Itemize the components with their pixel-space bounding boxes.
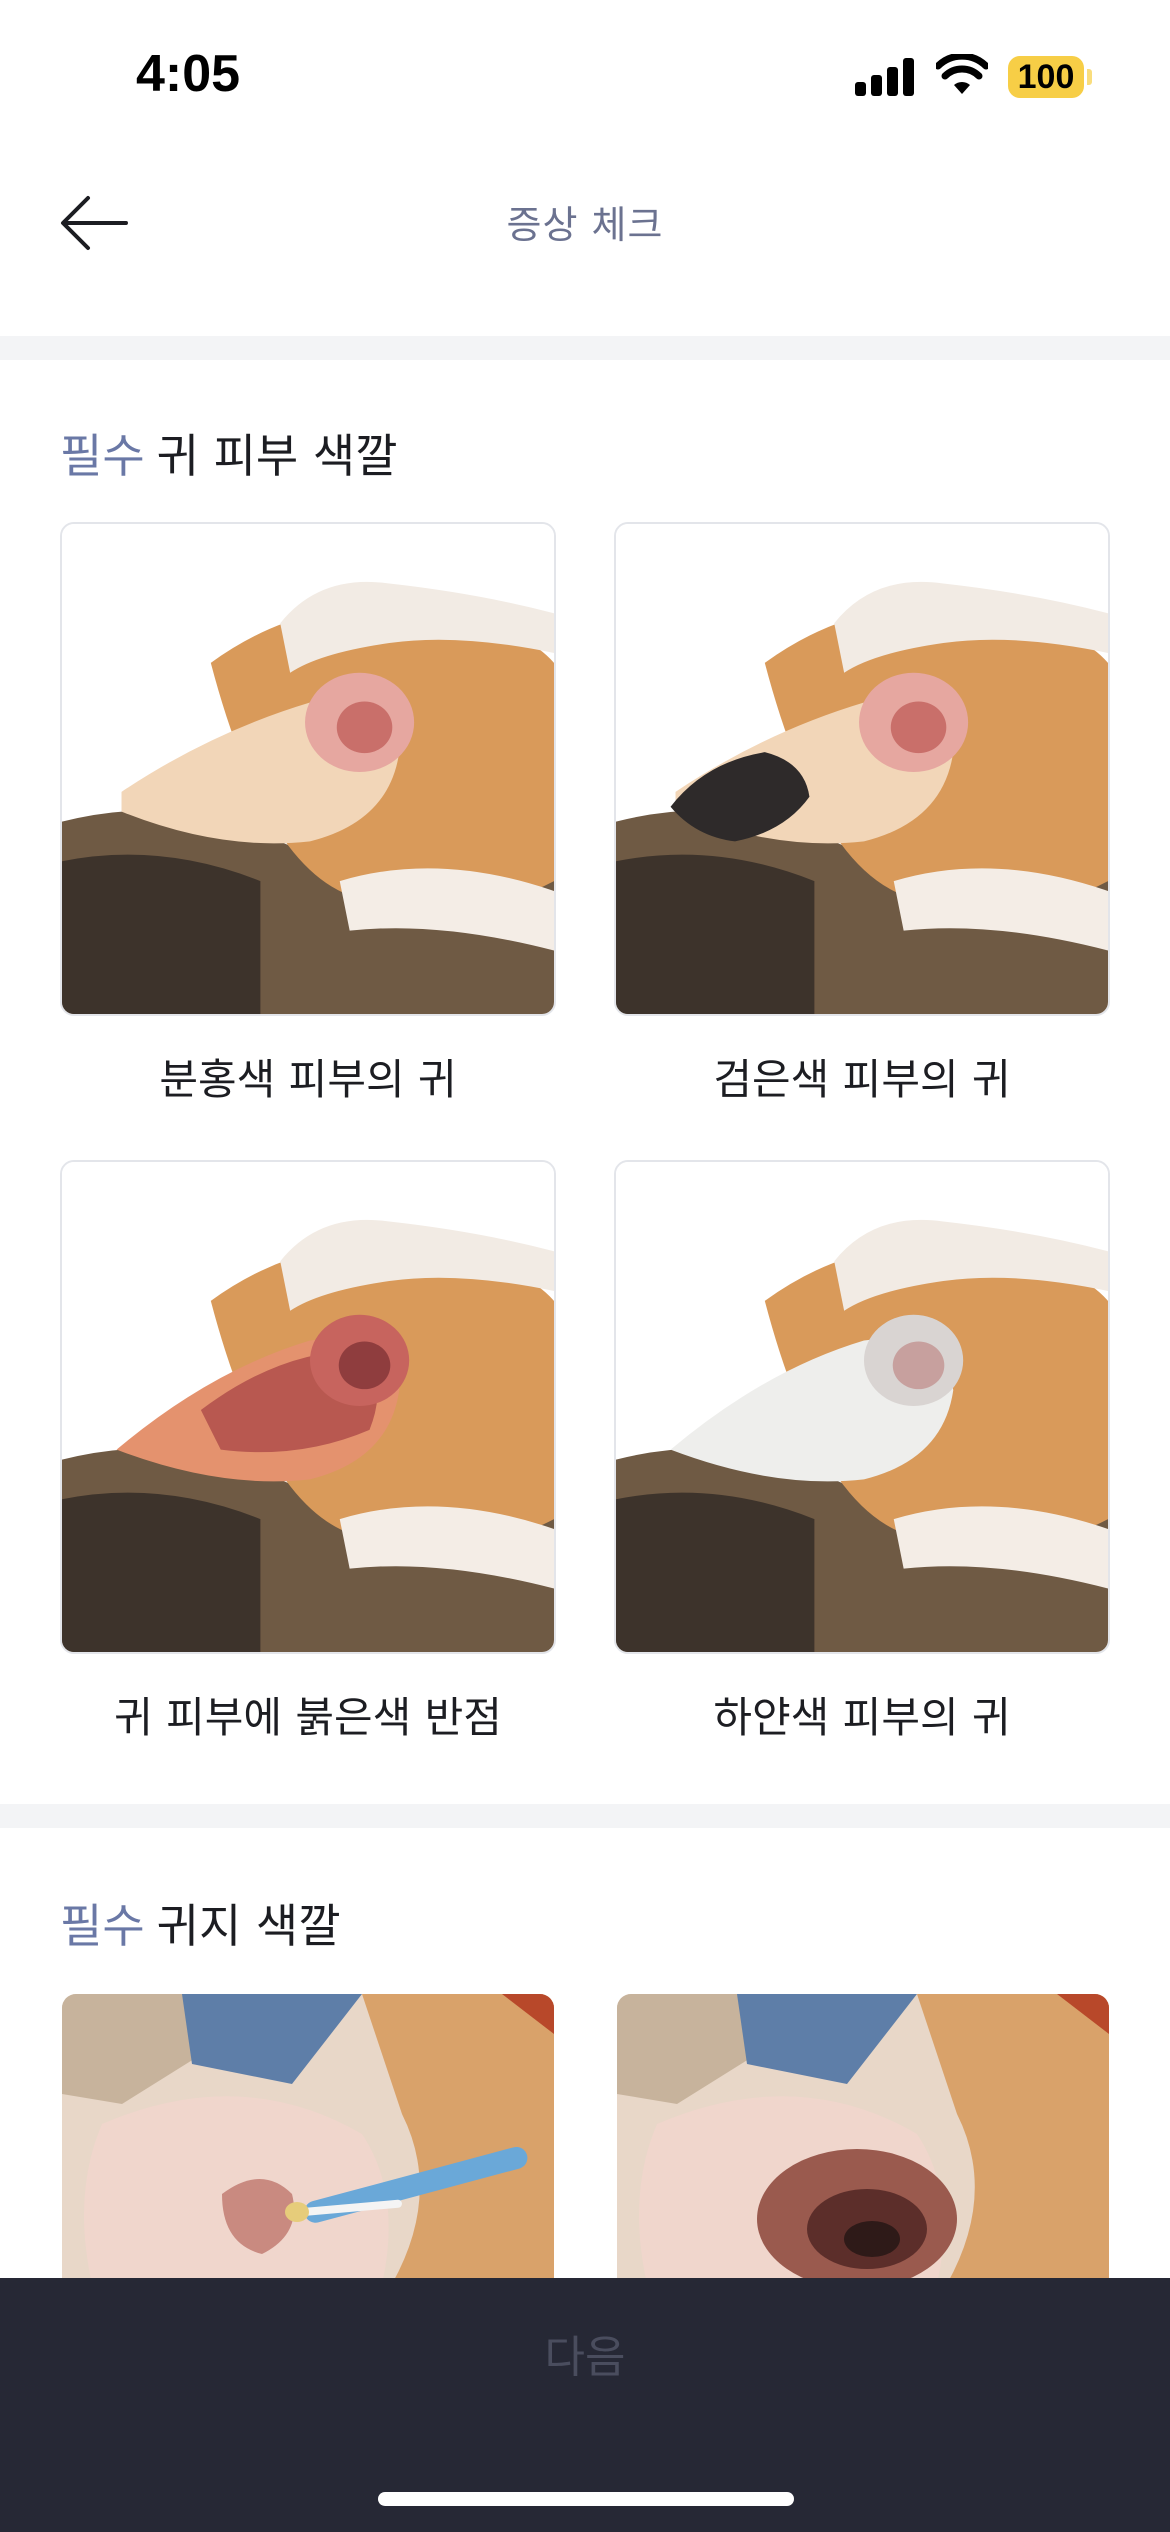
option-label: 분홍색 피부의 귀 [159, 1055, 457, 1104]
section-title-ear-skin: 필수 귀 피부 색깔 [60, 420, 398, 486]
option-image [614, 522, 1110, 1016]
option-label: 귀 피부에 붉은색 반점 [114, 1693, 502, 1742]
next-button[interactable]: 다음 [0, 2278, 1170, 2428]
screen: 4:05 100 증상 체크 필수 귀 피부 색깔 분홍색 피부의 귀 검은색 … [0, 0, 1170, 2532]
section-title-text: 귀지 색깔 [156, 1899, 341, 1953]
option-image [614, 1160, 1110, 1654]
option-black-skin-ear[interactable]: 검은색 피부의 귀 [614, 522, 1110, 1107]
required-tag: 필수 [60, 1899, 145, 1953]
option-red-spot-ear[interactable]: 귀 피부에 붉은색 반점 [60, 1160, 556, 1745]
dog-ear-pink-image [62, 524, 554, 1014]
option-pink-skin-ear[interactable]: 분홍색 피부의 귀 [60, 522, 556, 1107]
earwax-dark-image [617, 1994, 1109, 2284]
wifi-icon [936, 54, 988, 94]
earwax-swab-image [62, 1994, 554, 2284]
dog-ear-red-image [62, 1162, 554, 1652]
page-title: 증상 체크 [506, 203, 664, 247]
required-tag: 필수 [60, 429, 145, 483]
status-bar: 4:05 100 [0, 0, 1170, 150]
section-title-earwax: 필수 귀지 색깔 [60, 1890, 341, 1956]
option-image [60, 1160, 556, 1654]
section-divider [0, 336, 1170, 360]
option-earwax-swab[interactable] [62, 1994, 554, 2284]
battery-tip [1087, 69, 1092, 85]
option-label: 하얀색 피부의 귀 [713, 1693, 1011, 1742]
status-time: 4:05 [136, 45, 241, 103]
battery-icon: 100 [1008, 56, 1084, 98]
option-image [60, 522, 556, 1016]
option-label: 검은색 피부의 귀 [713, 1055, 1011, 1104]
section-title-text: 귀 피부 색깔 [156, 429, 398, 483]
header: 증상 체크 [0, 150, 1170, 336]
dog-ear-black-image [616, 524, 1108, 1014]
dog-ear-white-image [616, 1162, 1108, 1652]
section-divider [0, 1804, 1170, 1828]
option-white-skin-ear[interactable]: 하얀색 피부의 귀 [614, 1160, 1110, 1745]
home-indicator[interactable] [378, 2492, 794, 2506]
option-earwax-dark[interactable] [617, 1994, 1109, 2284]
cellular-signal-icon [855, 58, 915, 96]
